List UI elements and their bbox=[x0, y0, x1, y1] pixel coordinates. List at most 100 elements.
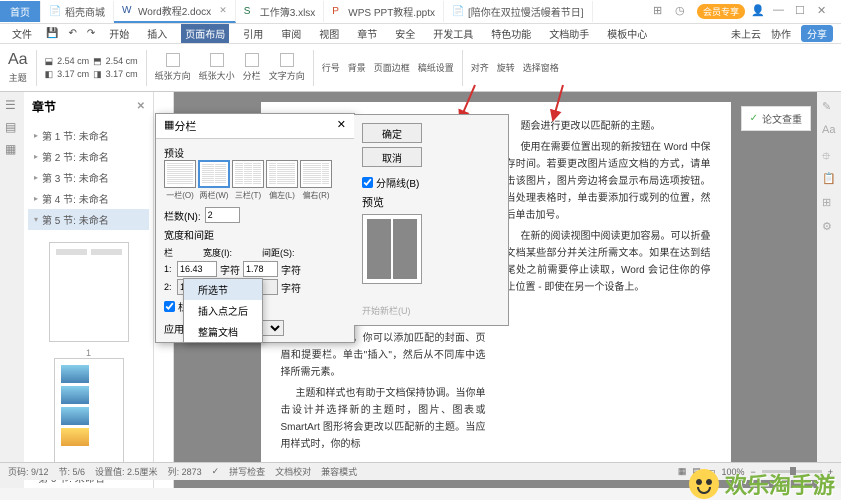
menu-file[interactable]: 文件 bbox=[8, 24, 36, 43]
qat-undo-icon[interactable]: ↶ bbox=[68, 28, 76, 39]
share-button[interactable]: 分享 bbox=[801, 25, 833, 42]
equal-width-checkbox[interactable] bbox=[164, 301, 175, 312]
limit-icon[interactable]: ⊞ bbox=[822, 196, 836, 210]
spacing-spinner-1[interactable]: 1.78 bbox=[243, 261, 278, 277]
watermark-button[interactable]: 稿纸设置 bbox=[418, 61, 454, 74]
chapter-item[interactable]: ▸第 3 节: 未命名 bbox=[28, 167, 149, 188]
tab-excel[interactable]: S 工作簿3.xlsx bbox=[236, 1, 325, 22]
preset-two-column[interactable] bbox=[198, 160, 230, 188]
width-spinner-1[interactable]: 16.43 bbox=[177, 261, 217, 277]
grid-icon[interactable]: ⊞ bbox=[653, 4, 669, 20]
page-thumbnail[interactable] bbox=[49, 242, 129, 342]
tab-daoке[interactable]: 📄 稻壳商城 bbox=[41, 1, 114, 22]
margin-bottom-value[interactable]: 2.54 cm bbox=[106, 56, 138, 66]
tab-ppt[interactable]: P WPS PPT教程.pptx bbox=[324, 1, 444, 22]
chapter-item[interactable]: ▾第 5 节: 未命名 bbox=[28, 209, 149, 230]
user-icon[interactable]: 👤 bbox=[751, 4, 767, 20]
bg-button[interactable]: 背景 bbox=[348, 61, 366, 74]
excel-icon: S bbox=[244, 6, 256, 18]
chapter-panel: 章节 ✕ ▸第 1 节: 未命名 ▸第 2 节: 未命名 ▸第 3 节: 未命名… bbox=[24, 92, 154, 488]
page-thumbnail[interactable] bbox=[54, 358, 124, 466]
preset-one-column[interactable] bbox=[164, 160, 196, 188]
cols-count-spinner[interactable]: 2 bbox=[205, 207, 240, 223]
coop-button[interactable]: 协作 bbox=[771, 26, 791, 41]
ribbon: Aa 主题 ⬓2.54 cm⬒2.54 cm ◧3.17 cm◨3.17 cm … bbox=[0, 44, 841, 92]
menu-view[interactable]: 视图 bbox=[315, 24, 343, 43]
margin-left-value[interactable]: 3.17 cm bbox=[57, 69, 89, 79]
align-button[interactable]: 对齐 bbox=[471, 61, 489, 74]
menu-dev[interactable]: 开发工具 bbox=[429, 24, 477, 43]
compat-mode: 兼容模式 bbox=[321, 465, 357, 478]
section-indicator[interactable]: 节: 5/6 bbox=[59, 465, 86, 478]
dialog-close-icon[interactable]: ✕ bbox=[337, 118, 346, 134]
cancel-button[interactable]: 取消 bbox=[362, 147, 422, 167]
chapter-item[interactable]: ▸第 4 节: 未命名 bbox=[28, 188, 149, 209]
clipboard-icon[interactable]: 📋 bbox=[822, 172, 836, 186]
home-tab[interactable]: 首页 bbox=[0, 1, 41, 22]
linenum-button[interactable]: 行号 bbox=[322, 61, 340, 74]
bell-icon[interactable]: ◷ bbox=[675, 4, 691, 20]
qat-redo-icon[interactable]: ↷ bbox=[87, 28, 95, 39]
qat-save-icon[interactable]: 💾 bbox=[46, 28, 58, 39]
menu-security[interactable]: 安全 bbox=[391, 24, 419, 43]
dropdown-item[interactable]: 插入点之后 bbox=[184, 300, 262, 321]
menu-doc-helper[interactable]: 文档助手 bbox=[545, 24, 593, 43]
tab-other[interactable]: 📄 [陪你在双拉慢活幔着节日] bbox=[444, 1, 593, 22]
paper-check-button[interactable]: ✓ 论文查重 bbox=[741, 106, 811, 131]
doc-check-label[interactable]: 文档校对 bbox=[275, 465, 311, 478]
select-pane-button[interactable]: 选择窗格 bbox=[523, 61, 559, 74]
preset-left[interactable] bbox=[266, 160, 298, 188]
minimize-icon[interactable]: — bbox=[773, 4, 789, 20]
thumb-icon[interactable]: ▦ bbox=[5, 142, 19, 156]
page-indicator[interactable]: 页码: 9/12 bbox=[8, 465, 49, 478]
preset-three-column[interactable] bbox=[232, 160, 264, 188]
select-icon[interactable]: ⯐ bbox=[822, 148, 836, 162]
col-header: 栏 bbox=[164, 246, 173, 259]
margin-left-icon: ◧ bbox=[45, 69, 54, 80]
menu-features[interactable]: 特色功能 bbox=[487, 24, 535, 43]
chevron-icon: ▸ bbox=[34, 152, 38, 161]
close-icon[interactable]: ✕ bbox=[219, 5, 227, 16]
margin-top-value[interactable]: 2.54 cm bbox=[57, 56, 89, 66]
view-print-icon[interactable]: ▦ bbox=[678, 466, 687, 477]
ok-button[interactable]: 确定 bbox=[362, 123, 422, 143]
orientation-button[interactable]: 纸张方向 bbox=[155, 53, 191, 82]
border-button[interactable]: 页面边框 bbox=[374, 61, 410, 74]
chapter-item[interactable]: ▸第 1 节: 未命名 bbox=[28, 125, 149, 146]
style-icon[interactable]: Aa bbox=[822, 124, 836, 138]
textdir-icon bbox=[280, 53, 294, 67]
menu-page-layout[interactable]: 页面布局 bbox=[181, 24, 229, 43]
spacing-header: 间距(S): bbox=[262, 246, 295, 259]
chapter-icon[interactable]: ▤ bbox=[5, 120, 19, 134]
menu-ref[interactable]: 引用 bbox=[239, 24, 267, 43]
upgrade-badge[interactable]: 会员专享 bbox=[697, 4, 745, 19]
prop-icon[interactable]: ⚙ bbox=[822, 220, 836, 234]
theme-group[interactable]: Aa 主题 bbox=[8, 51, 28, 84]
columns-button[interactable]: 分栏 bbox=[243, 53, 261, 82]
menu-templates[interactable]: 模板中心 bbox=[603, 24, 651, 43]
rotate-button[interactable]: 旋转 bbox=[497, 61, 515, 74]
outline-icon[interactable]: ☰ bbox=[5, 98, 19, 112]
size-button[interactable]: 纸张大小 bbox=[199, 53, 235, 82]
maximize-icon[interactable]: ☐ bbox=[795, 4, 811, 20]
preset-right[interactable] bbox=[300, 160, 332, 188]
panel-close-icon[interactable]: ✕ bbox=[137, 101, 145, 112]
textdir-button[interactable]: 文字方向 bbox=[269, 53, 305, 82]
menu-start[interactable]: 开始 bbox=[105, 24, 133, 43]
word-count[interactable]: 列: 2873 bbox=[168, 465, 202, 478]
menu-chapter[interactable]: 章节 bbox=[353, 24, 381, 43]
pencil-icon[interactable]: ✎ bbox=[822, 100, 836, 114]
tab-label: 工作簿3.xlsx bbox=[260, 4, 316, 19]
close-window-icon[interactable]: ✕ bbox=[817, 4, 833, 20]
line-between-checkbox[interactable] bbox=[362, 177, 373, 188]
dropdown-item[interactable]: 整篇文档 bbox=[184, 321, 262, 342]
margin-right-value[interactable]: 3.17 cm bbox=[106, 69, 138, 79]
dropdown-item[interactable]: 所选节 bbox=[184, 279, 262, 300]
tab-word-doc[interactable]: W Word教程2.docx ✕ bbox=[114, 0, 236, 23]
menu-insert[interactable]: 插入 bbox=[143, 24, 171, 43]
spell-check-icon[interactable]: ✓ bbox=[212, 466, 220, 477]
cloud-status[interactable]: 未上云 bbox=[731, 26, 761, 41]
paragraph: 主题和样式也有助于文档保持协调。当你单击设计并选择新的主题时，图片、图表或 Sm… bbox=[281, 385, 486, 453]
menu-review[interactable]: 审阅 bbox=[277, 24, 305, 43]
chapter-item[interactable]: ▸第 2 节: 未命名 bbox=[28, 146, 149, 167]
